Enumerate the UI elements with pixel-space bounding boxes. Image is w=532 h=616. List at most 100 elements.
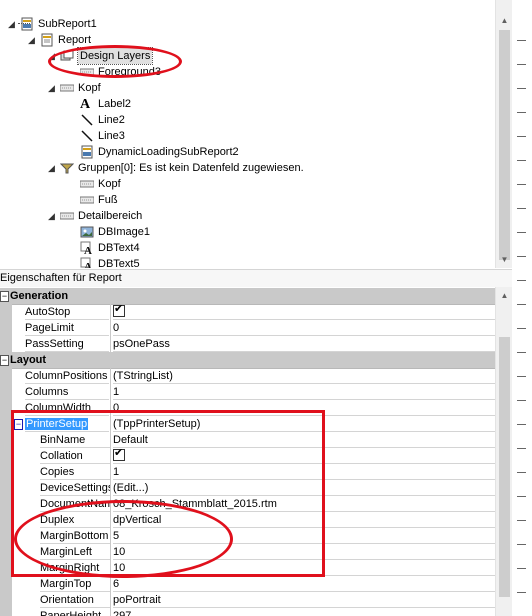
property-value[interactable]: 0 (113, 320, 495, 336)
ruler-tick (517, 328, 526, 329)
scroll-up-arrow-icon[interactable]: ▲ (496, 12, 513, 29)
property-value[interactable]: 6 (113, 576, 495, 592)
tree-node[interactable]: ◢ Report (0, 32, 495, 48)
tree-node-label: SubReport1 (38, 18, 97, 30)
tree-node-label: Fuß (98, 194, 118, 206)
property-row[interactable]: ColumnPositions (TStringList) (0, 368, 495, 384)
tree-expander-icon[interactable]: ◢ (48, 160, 55, 176)
grid-scroll-up-arrow-icon[interactable]: ▲ (496, 287, 513, 304)
category-name: Layout (10, 354, 47, 366)
ruler-tick (517, 280, 526, 281)
tree-expander-icon[interactable]: ◢ (48, 208, 55, 224)
property-row[interactable]: AutoStop (0, 302, 495, 320)
tree-node[interactable]: A DBText5 (0, 256, 495, 268)
tree-node-label: Kopf (98, 178, 121, 190)
right-toolbar-strip (512, 0, 532, 616)
property-value[interactable]: poPortrait (113, 592, 495, 608)
ruler-tick (517, 448, 526, 449)
tree-node[interactable]: Fuß (0, 192, 495, 208)
band-icon (79, 193, 95, 207)
ruler-tick (517, 256, 526, 257)
column-divider[interactable] (110, 592, 111, 608)
checkbox-checked-icon[interactable] (113, 302, 125, 317)
property-value[interactable]: 297 (113, 608, 495, 616)
column-divider[interactable] (110, 320, 111, 336)
column-divider[interactable] (110, 384, 111, 400)
row-gutter (0, 576, 12, 592)
property-value[interactable]: 1 (113, 384, 495, 400)
tree-node[interactable]: Line2 (0, 112, 495, 128)
tree-scrollbar[interactable]: ▲ ▼ (495, 0, 513, 268)
ruler-tick (517, 592, 526, 593)
ruler-tick (517, 64, 526, 65)
ruler-tick (517, 184, 526, 185)
ruler-tick (517, 160, 526, 161)
ruler-tick (517, 496, 526, 497)
property-name: MarginTop (40, 576, 110, 592)
row-gutter (0, 384, 12, 400)
line-icon (80, 113, 94, 127)
svg-text:A: A (84, 245, 92, 255)
grid-scroll-thumb[interactable] (499, 337, 510, 597)
tree-node-label: Line3 (98, 130, 125, 142)
svg-text:A: A (84, 261, 92, 268)
tree-node[interactable]: ◢ Kopf (0, 80, 495, 96)
ruler-tick (517, 544, 526, 545)
tree-node[interactable]: DynamicLoadingSubReport2 (0, 144, 495, 160)
tree-expander-icon[interactable]: ◢ (28, 32, 35, 48)
column-divider[interactable] (110, 576, 111, 592)
property-row[interactable]: PageLimit 0 (0, 320, 495, 336)
property-row[interactable]: PassSetting psOnePass (0, 336, 495, 352)
band-icon (79, 177, 95, 191)
tree-node[interactable]: ◢ SubReport1 (0, 16, 495, 32)
tree-node[interactable]: ◢ Gruppen[0]: Es ist kein Datenfeld zugew… (0, 160, 495, 176)
column-divider[interactable] (110, 608, 111, 616)
property-name: Columns (25, 384, 109, 400)
property-row[interactable]: Orientation poPortrait (0, 592, 495, 608)
tree-node[interactable]: A Label2 (0, 96, 495, 112)
band-icon (59, 209, 75, 223)
property-value[interactable] (113, 302, 495, 320)
tree-node[interactable]: A DBText4 (0, 240, 495, 257)
annotation-ellipse-design-layers (48, 45, 182, 78)
collapse-icon[interactable]: − (0, 291, 9, 302)
ruler-tick (517, 400, 526, 401)
property-category[interactable]: − Generation (0, 288, 495, 305)
property-row[interactable]: MarginTop 6 (0, 576, 495, 592)
column-divider[interactable] (110, 304, 111, 320)
annotation-ellipse-duplex (14, 500, 233, 578)
tree-node-label: Detailbereich (78, 210, 143, 222)
row-gutter (0, 608, 12, 616)
tree-node[interactable]: ◢ Detailbereich (0, 208, 495, 224)
tree-expander-icon[interactable]: ◢ (48, 80, 55, 96)
ruler-tick (517, 112, 526, 113)
tree-node-label: DynamicLoadingSubReport2 (98, 146, 239, 158)
dbtext-icon: A (80, 241, 94, 257)
subreport-icon (80, 145, 94, 159)
label-icon: A (80, 97, 91, 112)
column-divider[interactable] (110, 336, 111, 352)
grid-scrollbar[interactable]: ▲ (495, 287, 513, 616)
collapse-icon[interactable]: − (0, 355, 9, 366)
component-tree[interactable]: ◢ SubReport1 ◢ Report ◢ Design Layers Foregrou… (0, 0, 512, 268)
row-gutter (0, 336, 12, 352)
property-name: PageLimit (25, 320, 109, 336)
ruler-tick (517, 376, 526, 377)
tree-node[interactable]: Line3 (0, 128, 495, 144)
report-icon (40, 33, 54, 47)
properties-header: Eigenschaften für Report (0, 269, 512, 288)
scroll-down-arrow-icon[interactable]: ▼ (496, 251, 513, 268)
property-value[interactable]: (TStringList) (113, 368, 495, 384)
tree-node[interactable]: DBImage1 (0, 224, 495, 240)
tree-expander-icon[interactable]: ◢ (8, 16, 15, 32)
property-category[interactable]: − Layout (0, 352, 495, 369)
property-row[interactable]: PaperHeight 297 (0, 608, 495, 616)
property-name: PaperHeight (40, 608, 110, 616)
column-divider[interactable] (110, 368, 111, 384)
property-value[interactable]: psOnePass (113, 336, 495, 352)
tree-node-label: Label2 (98, 98, 132, 110)
properties-header-title: Eigenschaften für Report (0, 272, 122, 284)
tree-node[interactable]: Kopf (0, 176, 495, 192)
tree-scroll-thumb[interactable] (499, 30, 510, 260)
property-row[interactable]: Columns 1 (0, 384, 495, 400)
